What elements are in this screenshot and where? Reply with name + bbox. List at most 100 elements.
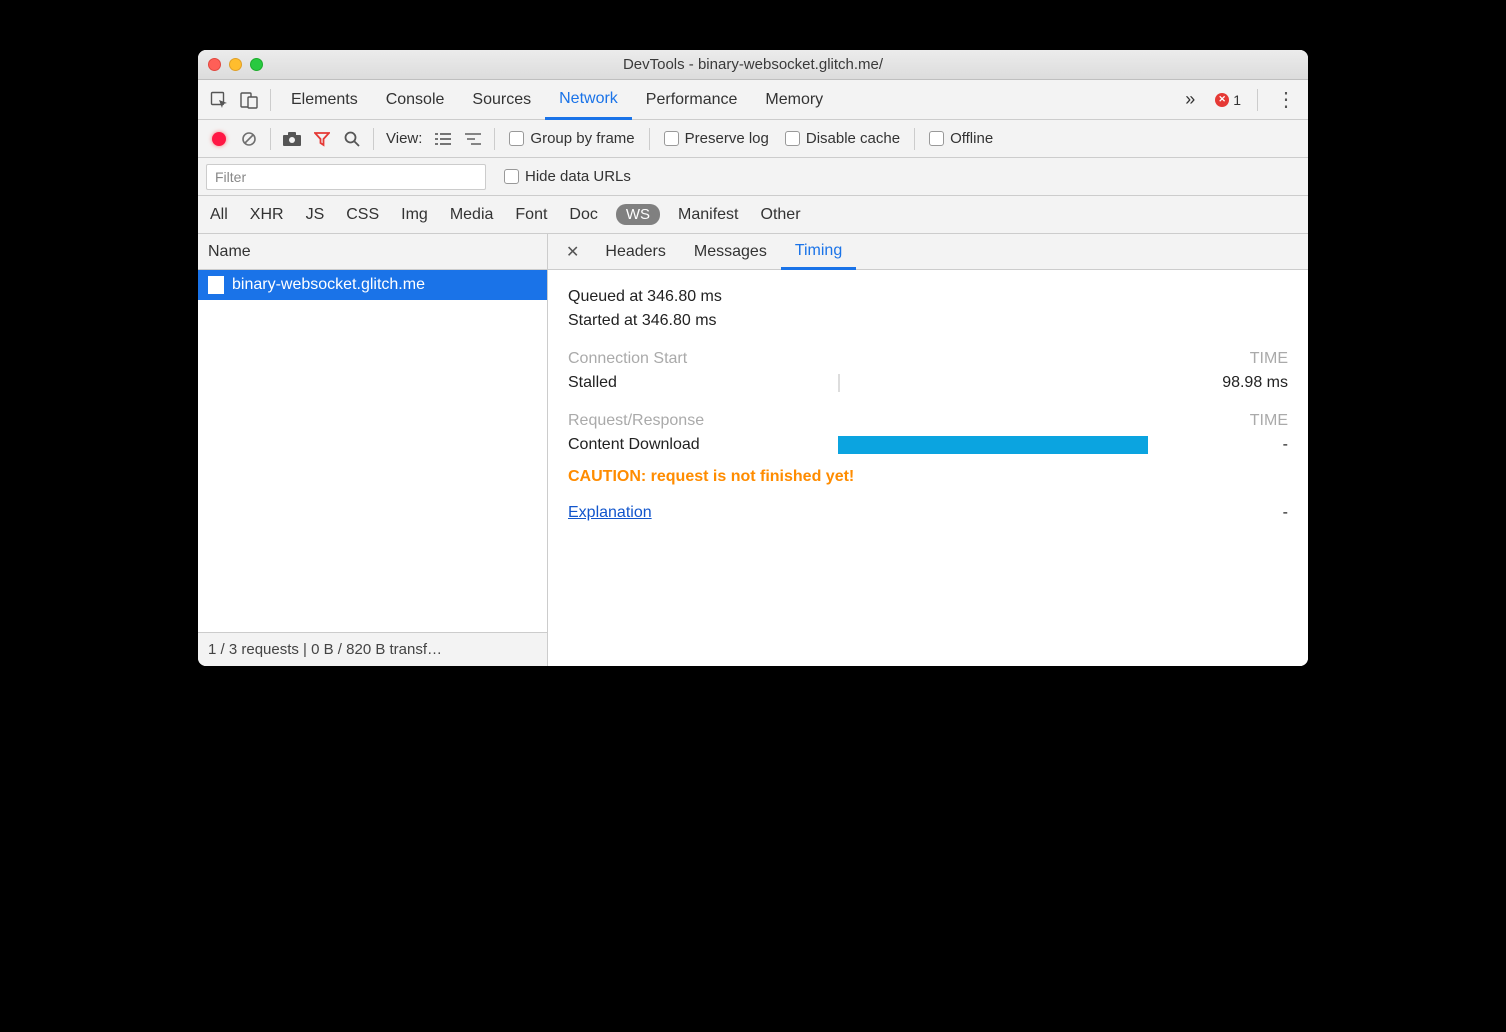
- disable-cache-checkbox[interactable]: Disable cache: [777, 130, 908, 147]
- search-icon[interactable]: [337, 124, 367, 154]
- detail-tab-timing[interactable]: Timing: [781, 234, 856, 270]
- tab-sources[interactable]: Sources: [458, 80, 545, 120]
- type-media[interactable]: Media: [446, 204, 498, 226]
- traffic-lights: [208, 58, 263, 71]
- filter-row: Filter Hide data URLs: [198, 158, 1308, 196]
- checkbox-icon: [664, 131, 679, 146]
- checkbox-icon: [504, 169, 519, 184]
- main-tabs: Elements Console Sources Network Perform…: [277, 80, 1175, 120]
- explanation-row: Explanation -: [568, 504, 1288, 522]
- filter-placeholder: Filter: [215, 169, 246, 185]
- checkbox-icon: [509, 131, 524, 146]
- request-name: binary-websocket.glitch.me: [232, 276, 425, 294]
- type-doc[interactable]: Doc: [565, 204, 601, 226]
- content-download-bar: [838, 436, 1148, 454]
- tab-elements[interactable]: Elements: [277, 80, 372, 120]
- tab-performance[interactable]: Performance: [632, 80, 752, 120]
- request-row[interactable]: binary-websocket.glitch.me: [198, 270, 547, 300]
- type-img[interactable]: Img: [397, 204, 432, 226]
- tab-memory[interactable]: Memory: [751, 80, 837, 120]
- preserve-log-checkbox[interactable]: Preserve log: [656, 130, 777, 147]
- requests-sidebar: Name binary-websocket.glitch.me 1 / 3 re…: [198, 234, 548, 666]
- divider: [1257, 89, 1258, 111]
- offline-label: Offline: [950, 130, 993, 147]
- name-column-header[interactable]: Name: [198, 234, 547, 270]
- detail-tab-messages[interactable]: Messages: [680, 234, 781, 270]
- screenshots-icon[interactable]: [277, 124, 307, 154]
- type-filter-row: All XHR JS CSS Img Media Font Doc WS Man…: [198, 196, 1308, 234]
- disable-cache-label: Disable cache: [806, 130, 900, 147]
- content-area: Name binary-websocket.glitch.me 1 / 3 re…: [198, 234, 1308, 666]
- type-manifest[interactable]: Manifest: [674, 204, 742, 226]
- type-xhr[interactable]: XHR: [246, 204, 288, 226]
- kebab-menu-icon[interactable]: ⋮: [1264, 87, 1308, 112]
- divider: [373, 128, 374, 150]
- stalled-label: Stalled: [568, 374, 768, 392]
- group-by-frame-checkbox[interactable]: Group by frame: [501, 130, 642, 147]
- preserve-log-label: Preserve log: [685, 130, 769, 147]
- error-indicator[interactable]: 1: [1205, 92, 1251, 108]
- time-header-label: TIME: [1250, 350, 1288, 368]
- content-download-bar-area: [768, 436, 1188, 454]
- hide-data-urls-label: Hide data URLs: [525, 168, 631, 185]
- type-font[interactable]: Font: [511, 204, 551, 226]
- error-count-label: 1: [1233, 92, 1241, 108]
- close-detail-icon[interactable]: ✕: [554, 242, 591, 262]
- content-download-value: -: [1188, 436, 1288, 454]
- overview-icon[interactable]: [458, 124, 488, 154]
- close-window-button[interactable]: [208, 58, 221, 71]
- minimize-window-button[interactable]: [229, 58, 242, 71]
- divider: [270, 128, 271, 150]
- stalled-tick: [838, 374, 840, 392]
- error-icon: [1215, 93, 1229, 107]
- divider: [494, 128, 495, 150]
- checkbox-icon: [929, 131, 944, 146]
- filter-icon[interactable]: [307, 124, 337, 154]
- offline-checkbox[interactable]: Offline: [921, 130, 1001, 147]
- time-header-label-2: TIME: [1250, 412, 1288, 430]
- divider: [914, 128, 915, 150]
- view-label: View:: [380, 130, 428, 147]
- queued-line: Queued at 346.80 ms: [568, 288, 1288, 306]
- tab-network[interactable]: Network: [545, 80, 632, 120]
- status-text: 1 / 3 requests | 0 B / 820 B transf…: [208, 641, 442, 658]
- stalled-value: 98.98 ms: [1188, 374, 1288, 392]
- record-button[interactable]: [204, 124, 234, 154]
- type-ws[interactable]: WS: [616, 204, 660, 225]
- main-tabs-bar: Elements Console Sources Network Perform…: [198, 80, 1308, 120]
- more-tabs-chevron-icon[interactable]: »: [1175, 89, 1205, 110]
- zoom-window-button[interactable]: [250, 58, 263, 71]
- request-list: binary-websocket.glitch.me: [198, 270, 547, 632]
- divider: [270, 89, 271, 111]
- divider: [649, 128, 650, 150]
- file-icon: [208, 276, 224, 294]
- detail-panel: ✕ Headers Messages Timing Queued at 346.…: [548, 234, 1308, 666]
- tab-console[interactable]: Console: [372, 80, 459, 120]
- content-download-label: Content Download: [568, 436, 768, 454]
- type-all[interactable]: All: [206, 204, 232, 226]
- inspect-element-icon[interactable]: [204, 85, 234, 115]
- connection-start-header: Connection Start TIME: [568, 350, 1288, 368]
- explanation-link[interactable]: Explanation: [568, 504, 652, 522]
- clear-button[interactable]: [234, 124, 264, 154]
- titlebar: DevTools - binary-websocket.glitch.me/: [198, 50, 1308, 80]
- group-by-frame-label: Group by frame: [530, 130, 634, 147]
- type-other[interactable]: Other: [757, 204, 805, 226]
- stalled-bar-area: [768, 374, 1188, 392]
- type-js[interactable]: JS: [302, 204, 329, 226]
- detail-tab-headers[interactable]: Headers: [591, 234, 679, 270]
- device-toolbar-icon[interactable]: [234, 85, 264, 115]
- type-css[interactable]: CSS: [342, 204, 383, 226]
- req-resp-label: Request/Response: [568, 412, 704, 430]
- caution-text: CAUTION: request is not finished yet!: [568, 468, 1288, 486]
- detail-tabs: ✕ Headers Messages Timing: [548, 234, 1308, 270]
- checkbox-icon: [785, 131, 800, 146]
- devtools-window: DevTools - binary-websocket.glitch.me/ E…: [198, 50, 1308, 666]
- hide-data-urls-checkbox[interactable]: Hide data URLs: [496, 168, 639, 185]
- request-response-header: Request/Response TIME: [568, 412, 1288, 430]
- filter-input[interactable]: Filter: [206, 164, 486, 190]
- detail-body: Queued at 346.80 ms Started at 346.80 ms…: [548, 270, 1308, 666]
- content-download-row: Content Download -: [568, 436, 1288, 454]
- explanation-value: -: [1188, 504, 1288, 522]
- large-rows-icon[interactable]: [428, 124, 458, 154]
